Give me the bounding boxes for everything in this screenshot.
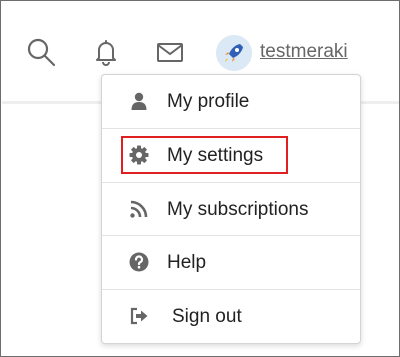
user-icon [129, 91, 149, 111]
username-link[interactable]: testmeraki [260, 41, 348, 63]
menu-item-help[interactable]: Help [102, 235, 360, 289]
bell-icon[interactable] [91, 37, 121, 67]
menu-item-label: Help [167, 252, 207, 273]
menu-item-my-profile[interactable]: My profile [102, 75, 360, 128]
user-dropdown-menu: My profile My settings My subscriptions … [101, 74, 361, 344]
menu-item-label: Sign out [172, 306, 242, 327]
menu-item-sign-out[interactable]: Sign out [102, 289, 360, 343]
menu-item-my-subscriptions[interactable]: My subscriptions [102, 182, 360, 236]
sign-out-icon [129, 306, 149, 326]
menu-item-label: My settings [167, 145, 264, 166]
gear-icon [129, 145, 149, 165]
question-circle-icon [129, 252, 149, 272]
menu-item-my-settings[interactable]: My settings [102, 128, 360, 182]
search-icon[interactable] [26, 37, 56, 67]
menu-item-label: My subscriptions [167, 199, 309, 220]
mail-icon[interactable] [155, 37, 185, 67]
menu-item-label: My profile [167, 91, 250, 112]
app-window: testmeraki My profile My settings My sub… [0, 0, 400, 357]
avatar-rocket-icon[interactable] [216, 35, 252, 71]
rss-icon [129, 199, 149, 219]
